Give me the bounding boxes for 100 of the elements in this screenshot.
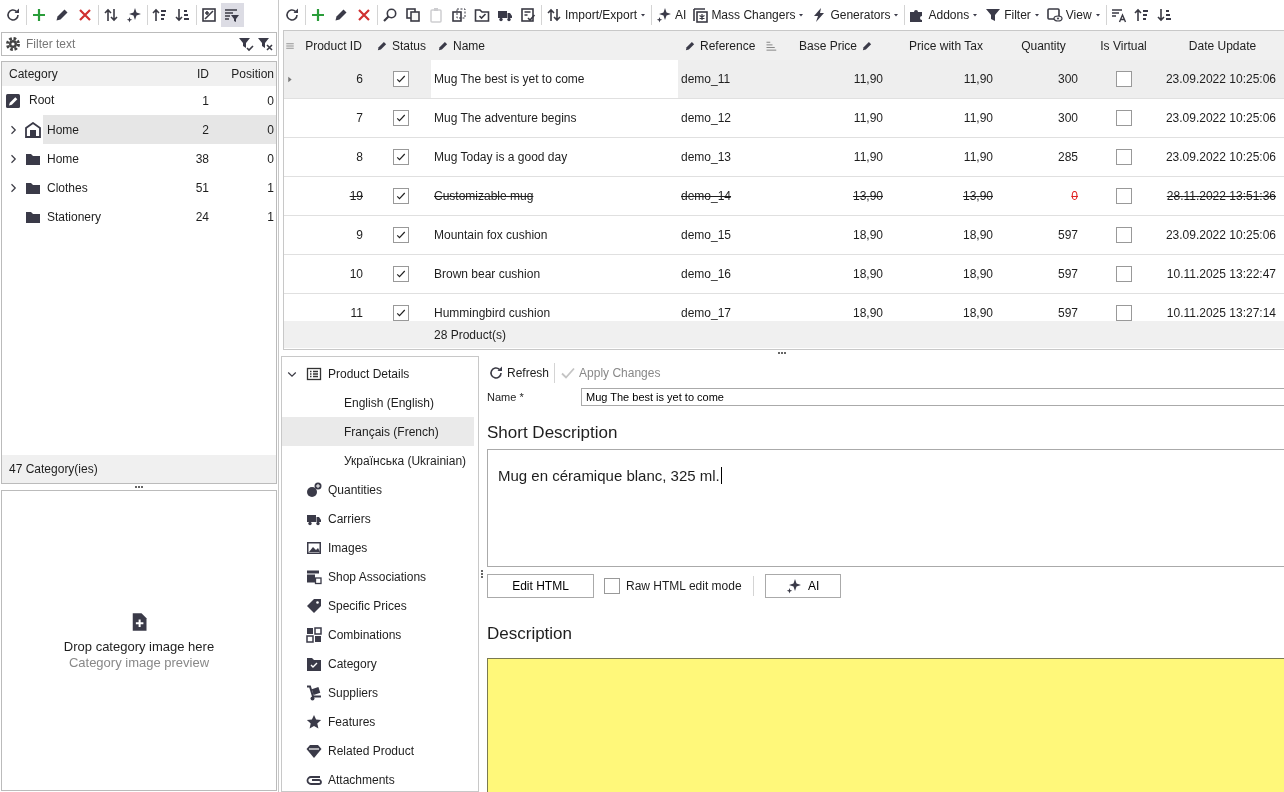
gear-icon[interactable] (5, 36, 21, 52)
nav-item[interactable]: Related Product (282, 736, 478, 765)
nav-item[interactable]: Images (282, 533, 478, 562)
virtual-checkbox[interactable] (1115, 110, 1132, 126)
column-header[interactable]: Product ID (296, 38, 371, 53)
nav-item[interactable]: Product Details (282, 359, 478, 388)
tree-item[interactable]: Root (25, 86, 169, 115)
sort-up-icon (1133, 7, 1150, 23)
column-header[interactable]: Category (2, 67, 169, 81)
position-cell-text: 1 (266, 209, 275, 224)
column-header[interactable]: Status (371, 38, 431, 53)
refresh-button[interactable]: Refresh (485, 365, 553, 381)
status-checkbox[interactable] (393, 71, 409, 87)
status-checkbox[interactable] (393, 305, 409, 321)
status-checkbox[interactable] (393, 266, 409, 282)
ai-button[interactable]: AI (653, 3, 690, 27)
nav-item[interactable]: Features (282, 707, 478, 736)
table-cell: Mug Today is a good day (434, 150, 568, 164)
status-checkbox[interactable] (393, 227, 409, 243)
refresh-icon (284, 7, 300, 23)
status-checkbox[interactable] (393, 149, 409, 165)
id-cell-text: 1 (201, 93, 209, 108)
virtual-checkbox[interactable] (1115, 149, 1132, 165)
table-cell: demo_16 (681, 267, 732, 281)
refresh-icon (488, 365, 504, 381)
dolly-icon (306, 684, 322, 701)
language-item[interactable]: English (English) (282, 388, 474, 417)
filter-list-icon (224, 7, 240, 23)
column-header[interactable]: ID (169, 67, 209, 81)
nav-item[interactable]: Carriers (282, 504, 478, 533)
table-cell: demo_17 (681, 306, 732, 320)
nav-item[interactable]: Quantities (282, 475, 478, 504)
filter-check-icon[interactable] (238, 36, 254, 52)
table-cell: Hummingbird cushion (434, 306, 551, 320)
table-cell-text: 597 (1057, 228, 1079, 242)
table-cell-text: 10.11.2025 13:22:47 (1166, 267, 1277, 281)
language-item[interactable]: Українська (Ukrainian) (282, 446, 474, 475)
table-cell-text: 23.09.2022 10:25:06 (1165, 228, 1277, 242)
image-drop-area[interactable]: Drop category image here Category image preview (1, 490, 277, 791)
virtual-checkbox[interactable] (1115, 188, 1132, 204)
raw-html-checkbox[interactable] (604, 578, 620, 594)
filter-clear-icon[interactable] (257, 36, 273, 52)
table-cell-text: 11 (350, 306, 364, 320)
delete-icon (77, 7, 93, 23)
nav-item[interactable]: Combinations (282, 620, 478, 649)
table-cell-text: 23.09.2022 10:25:06 (1165, 111, 1277, 125)
generators-button[interactable]: Generators (808, 3, 904, 27)
checkbox-label: Raw HTML edit mode (626, 579, 742, 593)
id-cell-text: 2 (201, 122, 209, 137)
tree-row[interactable]: Clothes 51 1 (43, 173, 276, 202)
sort-icon (765, 39, 778, 52)
table-cell-text: 285 (1057, 150, 1079, 164)
column-header[interactable]: Date Update (1161, 38, 1284, 53)
column-header[interactable]: Base Price (781, 38, 891, 53)
status-checkbox[interactable] (393, 188, 409, 204)
virtual-checkbox[interactable] (1115, 71, 1132, 87)
name-field[interactable]: Mug The best is yet to come (581, 388, 1284, 406)
view-button[interactable]: View (1043, 3, 1105, 27)
star-icon (306, 713, 322, 730)
filter-field[interactable]: Filter text (24, 36, 235, 52)
table-cell-text: 8 (356, 150, 364, 164)
filter-list-button[interactable] (221, 3, 244, 27)
virtual-checkbox[interactable] (1115, 266, 1132, 282)
sort-down-icon (175, 7, 191, 23)
nav-item[interactable]: Category (282, 649, 478, 678)
table-cell-text: 11,90 (963, 111, 994, 125)
language-item[interactable]: Français (French) (282, 417, 474, 446)
mass-changers-button[interactable]: Mass Changers (689, 3, 809, 27)
pencil-icon (684, 39, 696, 52)
column-header[interactable]: Is Virtual (1086, 38, 1161, 53)
virtual-checkbox[interactable] (1115, 227, 1132, 243)
virtual-checkbox[interactable] (1115, 305, 1132, 321)
addons-button[interactable]: Addons (906, 3, 983, 27)
nav-item[interactable]: Attachments (282, 765, 478, 792)
import-export-button[interactable]: Import/Export (543, 3, 651, 27)
tree-row[interactable]: Home 38 0 (43, 144, 276, 173)
tree-item-label: Stationery (46, 209, 103, 224)
filter-box[interactable]: Filter text (1, 32, 277, 56)
column-header[interactable]: Reference (678, 38, 781, 53)
column-header[interactable]: Name (431, 38, 678, 53)
ai-button[interactable]: AI (764, 574, 841, 598)
column-header[interactable]: Position (209, 67, 276, 81)
edit-html-button[interactable]: Edit HTML (487, 574, 594, 598)
column-header[interactable]: Price with Tax (891, 38, 1001, 53)
nav-item[interactable]: Specific Prices (282, 591, 478, 620)
tree-row[interactable]: Stationery 24 1 (43, 202, 276, 231)
short-description-field[interactable]: Mug en céramique blanc, 325 ml. (487, 449, 1284, 567)
table-cell-text: 11,90 (853, 72, 884, 86)
filter-button[interactable]: Filter (982, 3, 1044, 27)
status-checkbox[interactable] (393, 110, 409, 126)
table-cell-text: 11,90 (853, 111, 884, 125)
nav-item[interactable]: Suppliers (282, 678, 478, 707)
position-cell-text: 1 (266, 180, 275, 195)
table-cell-text: 18,90 (962, 267, 994, 281)
drop-hint: Drop category image here (63, 638, 215, 654)
tree-row[interactable]: Home 2 0 (43, 115, 276, 144)
column-header[interactable]: Quantity (1001, 38, 1086, 53)
sparkle-icon (126, 7, 142, 23)
nav-item[interactable]: Shop Associations (282, 562, 478, 591)
pencil-icon (333, 7, 349, 23)
